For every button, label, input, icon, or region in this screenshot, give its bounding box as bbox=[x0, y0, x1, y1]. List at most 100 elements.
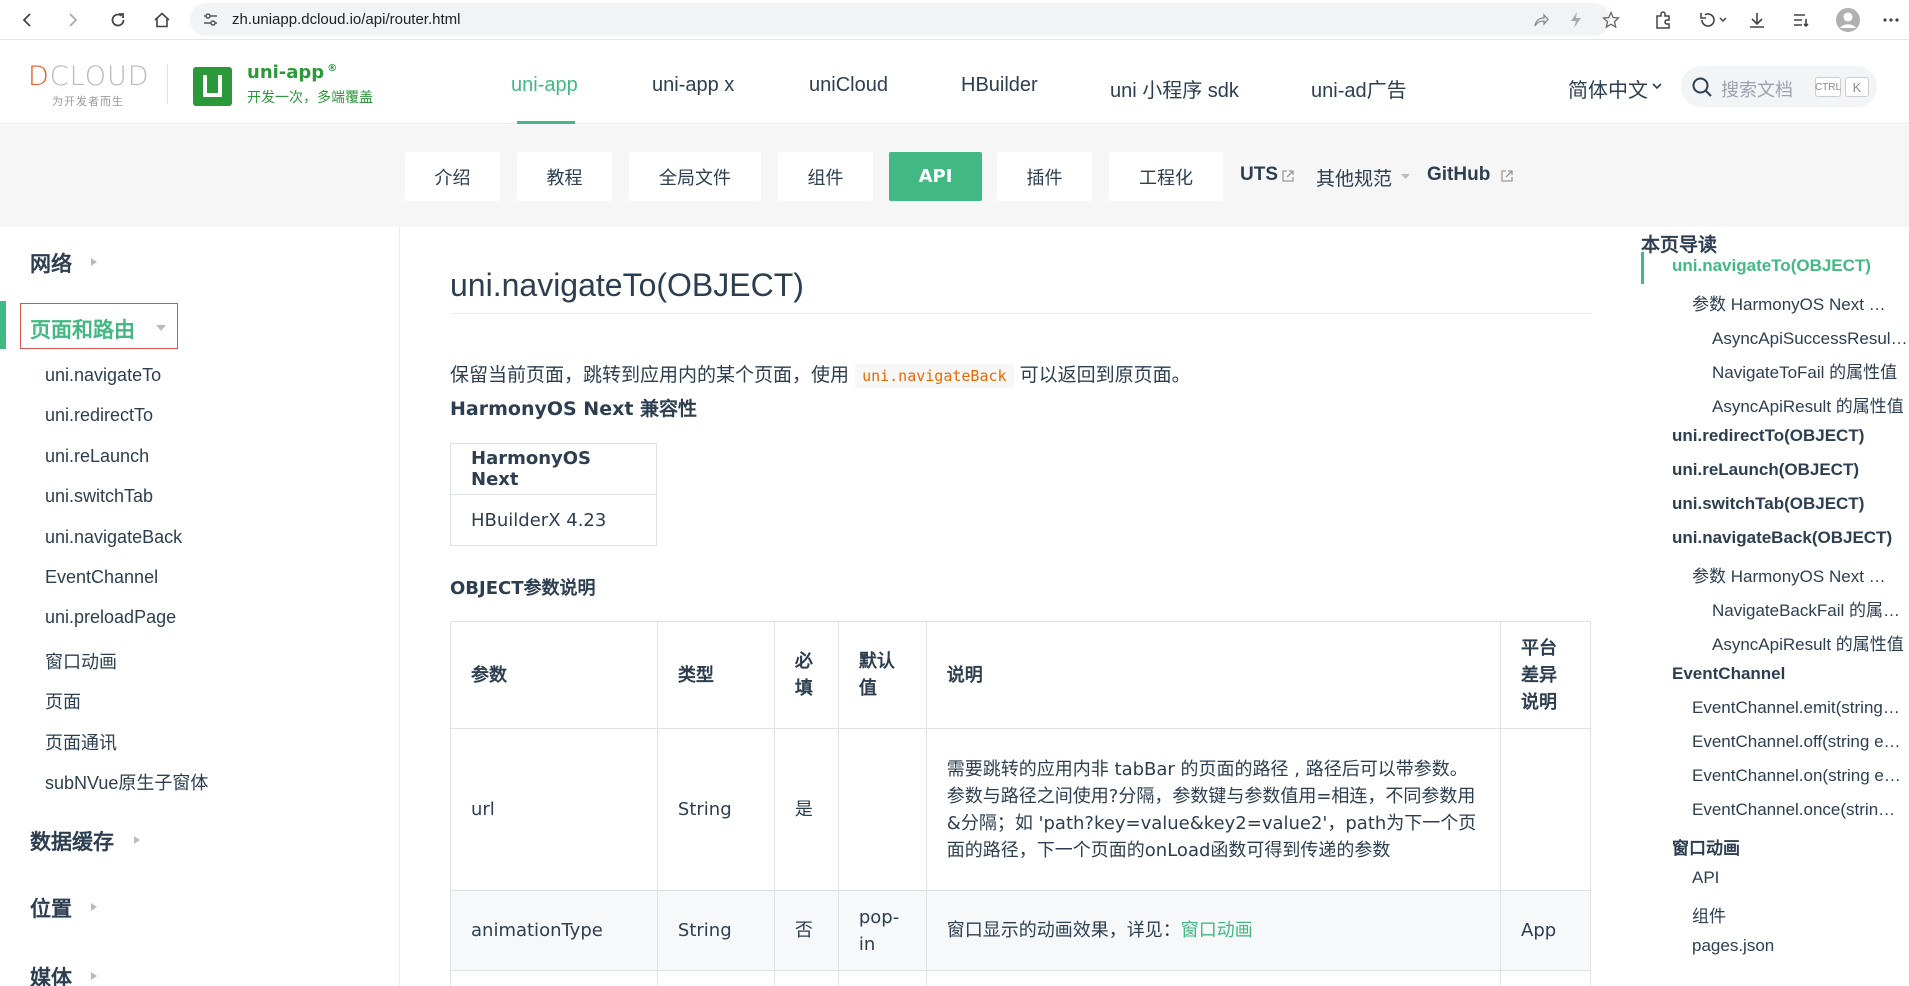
external-link-icon bbox=[1282, 170, 1294, 182]
sidebar-item-page[interactable]: 页面 bbox=[45, 688, 81, 714]
top-nav-mini-sdk[interactable]: uni 小程序 sdk bbox=[1110, 74, 1239, 103]
toc-item[interactable]: API bbox=[1692, 868, 1902, 888]
sidebar-group-location[interactable]: 位置 bbox=[30, 893, 72, 923]
toc-item[interactable]: 参数 HarmonyOS Next 兼容性 bbox=[1692, 562, 1902, 587]
toc-item[interactable]: 组件 bbox=[1692, 902, 1902, 927]
cell-empty bbox=[837, 970, 927, 986]
subnav-engineering[interactable]: 工程化 bbox=[1109, 152, 1223, 201]
sidebar-item-window-animation[interactable]: 窗口动画 bbox=[45, 648, 117, 674]
sidebar-group-media[interactable]: 媒体 bbox=[30, 962, 72, 986]
toc-item[interactable]: EventChannel.emit(string eventName) bbox=[1692, 698, 1902, 718]
sidebar-group-page-routing[interactable]: 页面和路由 bbox=[30, 314, 135, 344]
back-icon[interactable] bbox=[14, 6, 42, 34]
sidebar-item-relaunch[interactable]: uni.reLaunch bbox=[45, 446, 149, 467]
profile-icon[interactable] bbox=[1835, 7, 1861, 33]
sidebar-item-navigateto[interactable]: uni.navigateTo bbox=[45, 365, 161, 386]
chevron-right-icon bbox=[91, 258, 97, 266]
cell-platform: App bbox=[1500, 890, 1591, 971]
collections-icon[interactable] bbox=[1790, 9, 1812, 31]
home-icon[interactable] bbox=[148, 6, 176, 34]
subnav-plugins[interactable]: 插件 bbox=[997, 152, 1092, 201]
brand-name[interactable]: uni-app ® bbox=[247, 62, 337, 83]
cell-required: 否 bbox=[773, 890, 839, 971]
toc-item[interactable]: AsyncApiSuccessResult 的属性值 bbox=[1712, 324, 1909, 349]
sidebar-item-switchtab[interactable]: uni.switchTab bbox=[45, 486, 153, 507]
more-icon[interactable] bbox=[1880, 9, 1902, 31]
subnav-api[interactable]: API bbox=[889, 152, 982, 201]
cell-type: String bbox=[656, 728, 775, 891]
subnav-components[interactable]: 组件 bbox=[778, 152, 873, 201]
toc-item[interactable]: 参数 HarmonyOS Next 兼容性 bbox=[1692, 290, 1902, 315]
dcloud-wordmark-d: D bbox=[28, 61, 50, 92]
toc-item[interactable]: EventChannel.off(string eventName) bbox=[1692, 732, 1902, 752]
share-icon[interactable] bbox=[1532, 11, 1550, 29]
top-nav-uni-ad[interactable]: uni-ad广告 bbox=[1311, 74, 1407, 103]
object-params-heading: OBJECT参数说明 bbox=[450, 578, 596, 599]
sidebar-item-redirectto[interactable]: uni.redirectTo bbox=[45, 405, 153, 426]
cell-default bbox=[837, 728, 927, 891]
toc-active-indicator bbox=[1641, 252, 1644, 284]
main-content: uni.navigateTo(OBJECT) 保留当前页面，跳转到应用内的某个页… bbox=[400, 227, 1635, 986]
subnav-github[interactable]: GitHub bbox=[1427, 164, 1490, 186]
toc-item[interactable]: uni.navigateTo(OBJECT) bbox=[1672, 256, 1902, 276]
forward-icon[interactable] bbox=[58, 6, 86, 34]
star-icon[interactable] bbox=[1602, 11, 1620, 29]
toc-item[interactable]: EventChannel bbox=[1672, 664, 1902, 684]
sidebar-group-network[interactable]: 网络 bbox=[30, 248, 72, 278]
subnav-uts[interactable]: UTS bbox=[1240, 164, 1278, 186]
subnav-intro[interactable]: 介绍 bbox=[405, 152, 500, 201]
site-header: DCLOUD 为开发者而生 uni-app ® 开发一次，多端覆盖 uni-app… bbox=[0, 40, 1909, 124]
toc-item[interactable]: uni.redirectTo(OBJECT) bbox=[1672, 426, 1902, 446]
top-nav-unicloud[interactable]: uniCloud bbox=[809, 74, 888, 97]
language-switch[interactable]: 简体中文 bbox=[1568, 74, 1648, 103]
toc-item[interactable]: 窗口动画 bbox=[1672, 834, 1902, 859]
sidebar-group-storage[interactable]: 数据缓存 bbox=[30, 826, 114, 856]
top-nav-uni-app-x[interactable]: uni-app x bbox=[652, 74, 734, 97]
uniapp-logo-icon[interactable] bbox=[193, 67, 232, 106]
sidebar-item-page-communication[interactable]: 页面通讯 bbox=[45, 729, 117, 755]
toc-item[interactable]: EventChannel.once(string eventName) bbox=[1692, 800, 1902, 820]
top-nav-hbuilder[interactable]: HBuilder bbox=[961, 74, 1038, 97]
history-icon[interactable] bbox=[1697, 9, 1729, 31]
lightning-icon[interactable] bbox=[1567, 11, 1585, 29]
chevron-down-icon[interactable] bbox=[1651, 80, 1663, 92]
sidebar-item-subnvue[interactable]: subNVue原生子窗体 bbox=[45, 769, 208, 795]
address-bar[interactable]: zh.uniapp.dcloud.io/api/router.html bbox=[190, 3, 1620, 36]
subnav-tutorial[interactable]: 教程 bbox=[517, 152, 612, 201]
toc-item[interactable]: pages.json bbox=[1692, 936, 1902, 956]
sidebar-item-preloadpage[interactable]: uni.preloadPage bbox=[45, 607, 176, 628]
dcloud-logo[interactable]: DCLOUD 为开发者而生 bbox=[28, 61, 149, 109]
brand-slogan: 开发一次，多端覆盖 bbox=[247, 90, 373, 106]
window-animation-link[interactable]: 窗口动画 bbox=[1181, 920, 1253, 941]
top-nav-uni-app[interactable]: uni-app bbox=[511, 74, 578, 97]
sidebar-item-eventchannel[interactable]: EventChannel bbox=[45, 567, 158, 588]
toc-item[interactable]: uni.reLaunch(OBJECT) bbox=[1672, 460, 1902, 480]
cell-empty bbox=[925, 970, 1502, 986]
site-settings-icon[interactable] bbox=[202, 11, 219, 28]
compat-value-cell: HBuilderX 4.23 bbox=[450, 494, 657, 546]
cell-empty bbox=[656, 970, 775, 986]
sidebar-item-navigateback[interactable]: uni.navigateBack bbox=[45, 527, 182, 548]
toc-item[interactable]: AsyncApiResult 的属性值 bbox=[1712, 630, 1909, 655]
param-table: 参数 类型 必填 默认值 说明 平台差异说明 url String 是 需要跳转… bbox=[450, 621, 1591, 986]
download-icon[interactable] bbox=[1746, 9, 1768, 31]
cell-desc: 窗口显示的动画效果，详见：窗口动画 bbox=[925, 890, 1502, 971]
subnav-other-specs[interactable]: 其他规范 bbox=[1316, 164, 1392, 191]
dcloud-tagline: 为开发者而生 bbox=[52, 95, 124, 108]
toc-item[interactable]: uni.navigateBack(OBJECT) bbox=[1672, 528, 1902, 548]
toc-item[interactable]: uni.switchTab(OBJECT) bbox=[1672, 494, 1902, 514]
table-row: url String 是 需要跳转的应用内非 tabBar 的页面的路径 , 路… bbox=[450, 728, 1591, 891]
toc-item[interactable]: AsyncApiResult 的属性值 bbox=[1712, 392, 1909, 417]
reload-icon[interactable] bbox=[104, 6, 132, 34]
active-nav-indicator bbox=[517, 121, 575, 124]
url-text[interactable]: zh.uniapp.dcloud.io/api/router.html bbox=[232, 11, 460, 28]
cell-empty bbox=[450, 970, 658, 986]
subnav-global-files[interactable]: 全局文件 bbox=[629, 152, 761, 201]
external-link-icon bbox=[1501, 170, 1513, 182]
search-input[interactable]: 搜索文档 CTRL K bbox=[1681, 66, 1877, 107]
toc-item[interactable]: EventChannel.on(string eventName) bbox=[1692, 766, 1902, 786]
toc-item[interactable]: NavigateBackFail 的属性值 bbox=[1712, 596, 1909, 621]
extensions-icon[interactable] bbox=[1652, 9, 1674, 31]
cell-desc-text: 窗口显示的动画效果，详见： bbox=[946, 920, 1181, 941]
toc-item[interactable]: NavigateToFail 的属性值 bbox=[1712, 358, 1909, 383]
